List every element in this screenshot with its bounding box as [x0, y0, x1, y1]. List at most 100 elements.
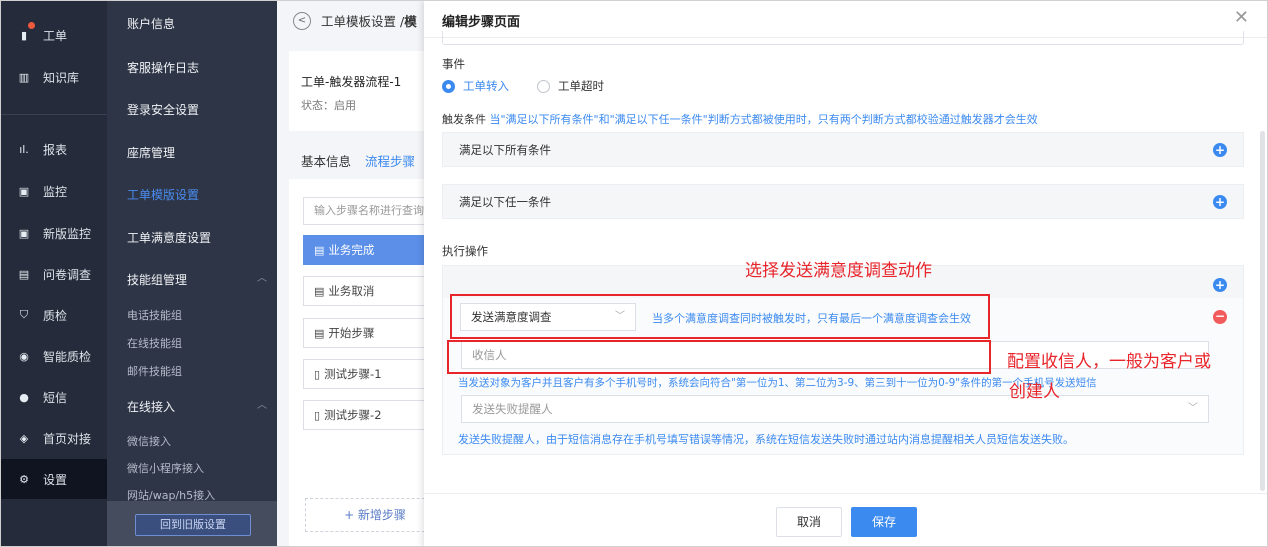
nav-item-reports[interactable]: ıl. 报表: [1, 129, 107, 169]
close-icon[interactable]: ✕: [1234, 7, 1249, 28]
nav-item-label: 新版监控: [43, 226, 92, 241]
scrolled-field: [442, 31, 1244, 45]
trigger-hint: 当"满足以下所有条件"和"满足以下任一条件"判断方式都被使用时，只有两个判断方式…: [489, 113, 1038, 126]
submenu-login-security[interactable]: 登录安全设置: [127, 101, 199, 118]
submenu-online-skill-group[interactable]: 在线技能组: [127, 335, 182, 351]
submenu-seat-management[interactable]: 座席管理: [127, 144, 175, 161]
exec-label: 执行操作: [442, 244, 488, 258]
drawer-scrollbar[interactable]: [1260, 131, 1265, 491]
submenu-ticket-satisfaction[interactable]: 工单满意度设置: [127, 229, 211, 246]
submenu-email-skill-group[interactable]: 邮件技能组: [127, 363, 182, 379]
submenu-miniprogram-access[interactable]: 微信小程序接入: [127, 460, 204, 476]
shield-icon: ⛉: [19, 308, 29, 321]
nav-item-label: 知识库: [43, 70, 80, 85]
chevron-up-icon[interactable]: ︿: [257, 396, 267, 411]
link-icon: ◈: [19, 431, 29, 445]
flow-title: 工单-触发器流程-1: [301, 75, 402, 89]
tab-basic-info[interactable]: 基本信息: [301, 151, 351, 181]
submenu-operation-log[interactable]: 客服操作日志: [127, 59, 199, 76]
chevron-up-icon[interactable]: ︿: [257, 269, 267, 284]
tab-flow-steps[interactable]: 流程步骤: [365, 151, 416, 181]
add-condition-any-icon[interactable]: +: [1213, 194, 1227, 209]
submenu-account-info[interactable]: 账户信息: [127, 15, 175, 32]
step-item[interactable]: ▯ 测试步骤-2: [303, 400, 443, 430]
step-item[interactable]: ▤ 开始步骤: [303, 318, 443, 348]
chevron-down-icon: ﹀: [1188, 403, 1198, 414]
step-label: 业务取消: [328, 284, 375, 298]
drawer-footer: 取消 保存: [424, 493, 1267, 546]
cancel-button[interactable]: 取消: [776, 507, 842, 537]
breadcrumb: < 工单模板设置 / 模: [293, 11, 417, 30]
step-item[interactable]: ▤ 业务取消: [303, 276, 443, 306]
nav-divider: [1, 114, 107, 115]
breadcrumb-parent[interactable]: 工单模板设置 /: [321, 11, 404, 30]
save-button[interactable]: 保存: [851, 507, 917, 537]
step-label: 测试步骤-1: [324, 367, 382, 381]
remove-action-icon[interactable]: −: [1213, 310, 1227, 324]
nav-item-label: 监控: [43, 184, 68, 199]
condition-all-label: 满足以下所有条件: [459, 142, 551, 157]
nav-item-quality[interactable]: ⛉ 质检: [1, 295, 107, 335]
event-label: 事件: [442, 57, 465, 71]
radio-ticket-in[interactable]: [442, 79, 455, 93]
flow-status: 状态：启用: [301, 99, 356, 112]
add-action-icon[interactable]: +: [1213, 278, 1227, 292]
nav-item-label: 智能质检: [43, 349, 92, 364]
nav-item-smart-quality[interactable]: ◉ 智能质检: [1, 336, 107, 376]
nav-item-new-monitor[interactable]: ▣ 新版监控: [1, 213, 107, 253]
nav-item-home-link[interactable]: ◈ 首页对接: [1, 418, 107, 458]
submenu-wechat-access[interactable]: 微信接入: [127, 433, 171, 449]
submenu-online-access[interactable]: 在线接入: [127, 398, 175, 415]
nav-item-label: 短信: [43, 390, 68, 405]
monitor-icon: ▣: [18, 184, 30, 198]
nav-item-ticket[interactable]: ▮ 工单: [1, 15, 107, 55]
nav-item-label: 质检: [43, 308, 68, 323]
step-label: 测试步骤-2: [324, 408, 382, 422]
step-search-input[interactable]: 输入步骤名称进行查询: [303, 197, 443, 225]
nav-item-label: 首页对接: [43, 431, 92, 446]
fail-note: 发送失败提醒人，由于短信消息存在手机号填写错误等情况，系统在短信发送失败时通过站…: [458, 433, 1074, 446]
nav-item-survey[interactable]: ▤ 问卷调查: [1, 254, 107, 294]
book-icon: ▥: [18, 70, 30, 84]
nav-item-knowledge[interactable]: ▥ 知识库: [1, 57, 107, 97]
radio-ticket-timeout[interactable]: [537, 79, 550, 93]
annotation-text-receiver-2: 创建人: [1009, 382, 1060, 402]
add-condition-all-icon[interactable]: +: [1213, 142, 1227, 157]
event-radio-group: 工单转入 工单超时: [442, 78, 632, 94]
submenu-footer: 回到旧版设置: [107, 501, 277, 546]
settings-submenu: 账户信息 客服操作日志 登录安全设置 座席管理 工单模版设置 工单满意度设置 技…: [107, 1, 277, 546]
submenu-phone-skill-group[interactable]: 电话技能组: [127, 307, 182, 323]
primary-nav: ▮ 工单 ▥ 知识库 ıl. 报表 ▣ 监控 ▣ 新版监控 ▤ 问卷调查 ⛉ 质…: [1, 1, 107, 546]
condition-any-label: 满足以下任一条件: [459, 194, 551, 209]
nav-item-label: 报表: [43, 142, 68, 157]
nav-item-label: 工单: [43, 28, 68, 43]
annotation-text-receiver: 配置收信人，一般为客户或: [1007, 352, 1211, 372]
doc-icon: ▤: [314, 326, 325, 340]
submenu-skill-groups[interactable]: 技能组管理: [127, 271, 187, 288]
app-window: ▮ 工单 ▥ 知识库 ıl. 报表 ▣ 监控 ▣ 新版监控 ▤ 问卷调查 ⛉ 质…: [0, 0, 1268, 547]
radio-ticket-in-label[interactable]: 工单转入: [463, 78, 509, 94]
condition-any-row: 满足以下任一条件 +: [442, 184, 1244, 219]
step-item[interactable]: ▤ 业务完成: [303, 235, 443, 265]
file-icon: ▯: [314, 408, 321, 422]
radio-ticket-timeout-label[interactable]: 工单超时: [558, 78, 604, 94]
step-label: 开始步骤: [328, 326, 375, 340]
drawer-title: 编辑步骤页面: [442, 15, 521, 30]
submenu-ticket-template[interactable]: 工单模版设置: [127, 186, 199, 203]
new-monitor-icon: ▣: [18, 226, 30, 240]
old-settings-button[interactable]: 回到旧版设置: [135, 514, 251, 536]
flow-tabs: 基本信息 流程步骤: [301, 151, 416, 181]
fail-notify-select[interactable]: 发送失败提醒人 ﹀: [461, 395, 1209, 423]
sms-icon: ●: [19, 390, 29, 404]
nav-item-label: 问卷调查: [43, 267, 92, 282]
nav-item-sms[interactable]: ● 短信: [1, 377, 107, 417]
step-item[interactable]: ▯ 测试步骤-1: [303, 359, 443, 389]
back-icon[interactable]: <: [293, 11, 311, 30]
nav-item-monitor[interactable]: ▣ 监控: [1, 171, 107, 211]
doc-icon: ▤: [314, 243, 325, 257]
fail-notify-placeholder: 发送失败提醒人: [472, 402, 553, 416]
nav-item-settings[interactable]: ⚙ 设置: [1, 459, 107, 499]
trigger-label: 触发条件: [442, 113, 486, 126]
doc-icon: ▤: [314, 284, 325, 298]
smart-check-icon: ◉: [19, 349, 29, 363]
